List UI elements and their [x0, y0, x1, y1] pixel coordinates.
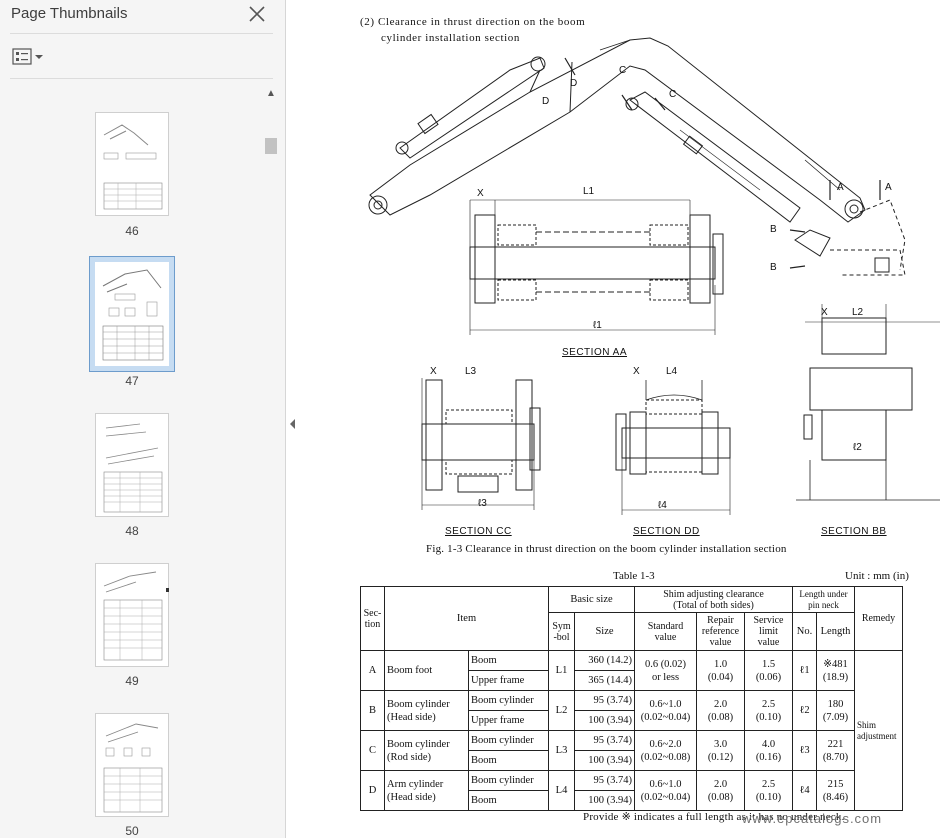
header-repair: Repair reference value: [696, 612, 745, 651]
thumbnail-page-48[interactable]: [95, 413, 169, 517]
scroll-up-icon[interactable]: ▲: [264, 88, 278, 100]
dim-l3: L3: [465, 366, 477, 377]
header-standard: Standard value: [634, 612, 697, 651]
clearance-table: Sec- tion Item Basic size Shim adjusting…: [360, 586, 903, 811]
table-row: A Boom foot Boom L1 360 (14.2) 0.6 (0.02…: [360, 650, 903, 811]
dim-ell2: ℓ2: [853, 442, 862, 453]
dim-x: X: [477, 188, 484, 199]
header-service: Service limit value: [744, 612, 793, 651]
label-d: D: [570, 78, 578, 89]
unit-label: Unit : mm (in): [845, 570, 909, 582]
figure-caption: Fig. 1-3 Clearance in thrust direction o…: [426, 543, 787, 555]
divider: [10, 78, 273, 79]
dim-ell1: ℓ1: [593, 320, 602, 331]
close-icon[interactable]: [247, 4, 267, 24]
dim-ell3: ℓ3: [478, 498, 487, 509]
dim-ell4: ℓ4: [658, 500, 667, 511]
remedy-cell: Shim adjustment: [854, 650, 903, 811]
dim-l1: L1: [583, 186, 595, 197]
document-page: (2) Clearance in thrust direction on the…: [300, 0, 948, 838]
header-item: Item: [384, 586, 549, 651]
header-length: Length: [816, 612, 855, 651]
label-b: B: [770, 262, 777, 273]
header-section: Sec- tion: [360, 586, 385, 651]
thumbnail-preview: [103, 571, 169, 661]
header-length-under-pin: Length under pin neck: [792, 586, 855, 613]
divider: [10, 33, 273, 34]
thumbnail-label: 46: [125, 224, 139, 238]
label-c: C: [669, 89, 677, 100]
table-row: D Arm cylinder (Head side) Boom cylinder…: [360, 770, 903, 811]
dim-x: X: [821, 307, 828, 318]
chevron-left-icon: [290, 419, 295, 429]
thumbnail-preview: [103, 423, 163, 513]
thumbnail-page-49[interactable]: [95, 563, 169, 667]
header-remedy: Remedy: [854, 586, 903, 651]
section-bb-title: SECTION BB: [821, 526, 887, 537]
watermark: www.epcatalogs.com: [742, 811, 883, 826]
thumbnail-page-47[interactable]: [95, 262, 169, 366]
section-aa-title: SECTION AA: [562, 347, 628, 358]
label-c: C: [619, 65, 627, 76]
thumbnail-list: 46 47 48 49 50: [10, 84, 264, 838]
table-caption: Table 1-3: [613, 570, 655, 582]
header-symbol: Sym -bol: [548, 612, 575, 651]
table-row: C Boom cylinder (Rod side) Boom cylinder…: [360, 730, 903, 771]
table-row: B Boom cylinder (Head side) Boom cylinde…: [360, 690, 903, 731]
thumbnail-page-46[interactable]: [95, 112, 169, 216]
label-d: D: [542, 96, 550, 107]
thumbnail-page-50[interactable]: [95, 713, 169, 817]
dim-x: X: [430, 366, 437, 377]
thumbnail-preview: [103, 723, 163, 813]
dim-x: X: [633, 366, 640, 377]
thumbnail-scrollbar[interactable]: ▲: [264, 84, 278, 838]
boom-cylinder-diagram: [368, 37, 940, 515]
header-shim-clearance: Shim adjusting clearance (Total of both …: [634, 586, 793, 613]
label-b: B: [770, 224, 777, 235]
panel-title: Page Thumbnails: [11, 5, 128, 22]
header-no: No.: [792, 612, 817, 651]
thumbnail-label: 50: [125, 824, 139, 838]
thumbnail-options-button[interactable]: [11, 46, 45, 68]
section-cc-title: SECTION CC: [445, 526, 512, 537]
page-thumbnails-panel: Page Thumbnails 46 47 48 49 50 ▲: [0, 0, 286, 838]
thumbnail-options-icon: [12, 48, 43, 65]
section-dd-title: SECTION DD: [633, 526, 700, 537]
label-a: A: [885, 182, 892, 193]
header-basic-size: Basic size: [548, 586, 635, 613]
label-a: A: [837, 182, 844, 193]
header-size: Size: [574, 612, 635, 651]
thumbnail-label: 47: [125, 374, 139, 388]
dim-l4: L4: [666, 366, 678, 377]
thumbnail-label: 48: [125, 524, 139, 538]
thumbnail-label: 49: [125, 674, 139, 688]
dim-l2: L2: [852, 307, 864, 318]
scroll-thumb[interactable]: [265, 138, 277, 154]
thumbnail-preview: [103, 124, 163, 210]
thumbnail-preview: [95, 262, 169, 366]
collapse-panel-button[interactable]: [286, 412, 300, 436]
